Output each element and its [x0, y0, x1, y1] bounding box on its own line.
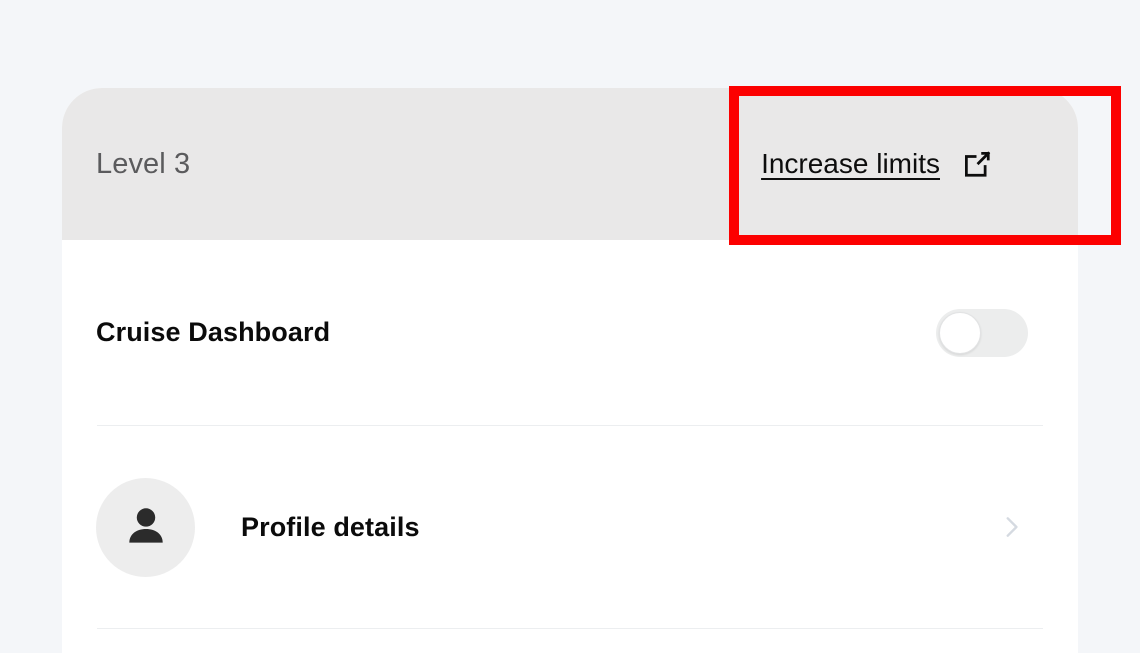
level-label: Level 3 — [96, 147, 191, 180]
chevron-right-icon — [998, 514, 1024, 540]
row-profile-details[interactable]: Profile details — [96, 426, 1044, 628]
person-avatar-icon — [96, 477, 195, 577]
external-link-icon — [962, 149, 992, 179]
increase-limits-link[interactable]: Increase limits — [761, 148, 992, 180]
row-cruise-dashboard: Cruise Dashboard — [96, 240, 1044, 425]
row-divider-2 — [97, 628, 1043, 629]
account-card: Level 3 Increase limits Cruise Dashboard — [62, 88, 1078, 653]
card-body: Cruise Dashboard Profile details — [62, 240, 1078, 629]
toggle-knob — [939, 311, 981, 354]
increase-limits-label: Increase limits — [761, 148, 940, 179]
card-header: Level 3 Increase limits — [62, 88, 1078, 240]
cruise-dashboard-toggle[interactable] — [936, 308, 1028, 357]
cruise-dashboard-label: Cruise Dashboard — [96, 317, 331, 347]
profile-details-content: Profile details — [96, 477, 420, 577]
profile-details-label: Profile details — [241, 511, 420, 542]
